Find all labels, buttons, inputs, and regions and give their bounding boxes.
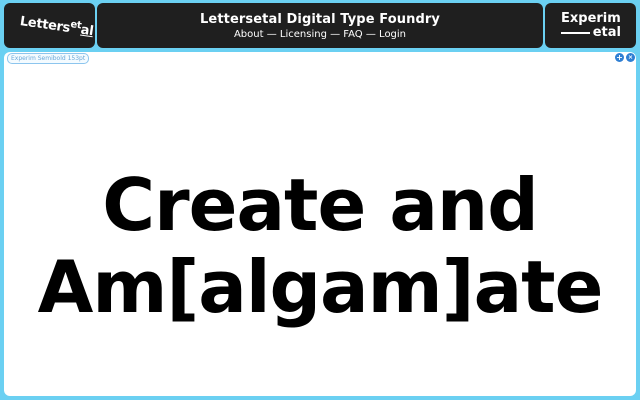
specimen-line-2: Am[algam]ate xyxy=(37,245,604,329)
top-bar: Lettersetal Lettersetal Digital Type Fou… xyxy=(0,0,640,52)
close-icon[interactable]: × xyxy=(626,53,635,62)
dash-line xyxy=(561,32,590,34)
type-tester-panel: Experim Semibold 153pt + × Create and Am… xyxy=(4,52,636,396)
main-nav: About — Licensing — FAQ — Login xyxy=(97,29,543,40)
nav-link-faq[interactable]: FAQ xyxy=(343,29,362,40)
specimen-line-1: Create and xyxy=(102,163,538,247)
featured-font-line1: Experim xyxy=(561,11,621,26)
nav-link-login[interactable]: Login xyxy=(379,29,406,40)
specimen-text[interactable]: Create and Am[algam]ate xyxy=(4,164,636,328)
nav-separator: — xyxy=(266,29,277,40)
featured-font-box[interactable]: Experim etal xyxy=(545,3,636,48)
featured-font-logo[interactable]: Experim etal xyxy=(561,12,621,40)
featured-font-line2: etal xyxy=(592,25,621,40)
nav-link-about[interactable]: About xyxy=(234,29,264,40)
font-select-chip[interactable]: Experim Semibold 153pt xyxy=(7,53,90,64)
nav-link-licensing[interactable]: Licensing xyxy=(280,29,327,40)
nav-separator: — xyxy=(365,29,376,40)
logo-text-main: Letters xyxy=(18,14,71,36)
logo-box[interactable]: Lettersetal xyxy=(4,3,95,48)
site-title: Lettersetal Digital Type Foundry xyxy=(200,12,440,27)
logo[interactable]: Lettersetal xyxy=(19,14,94,39)
add-icon[interactable]: + xyxy=(615,53,624,62)
logo-text-end: al xyxy=(79,22,95,40)
logo-text-sup: et xyxy=(69,19,83,32)
nav-separator: — xyxy=(330,29,341,40)
site-header: Lettersetal Digital Type Foundry About —… xyxy=(97,3,543,48)
tester-toolbar: Experim Semibold 153pt + × xyxy=(4,52,636,64)
